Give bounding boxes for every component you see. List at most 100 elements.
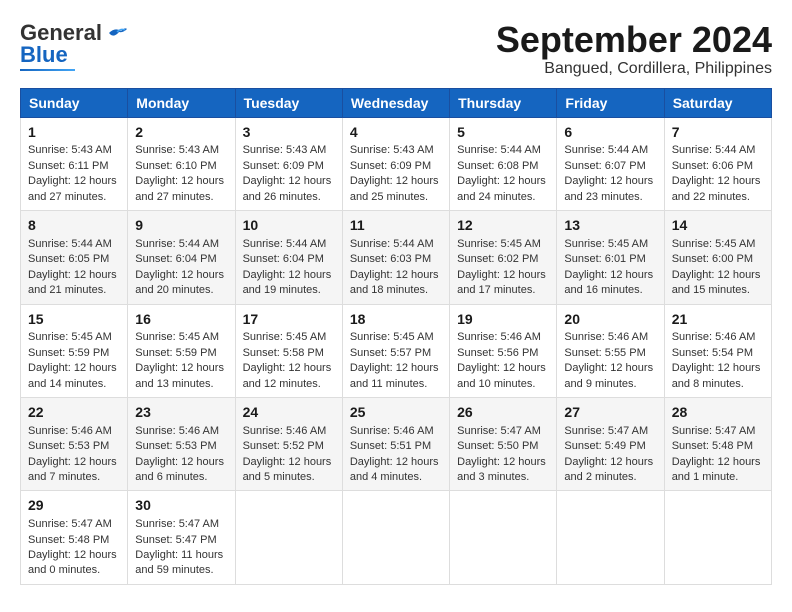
day-number: 2 <box>135 123 227 142</box>
col-monday: Monday <box>128 88 235 117</box>
table-row: 25 Sunrise: 5:46 AMSunset: 5:51 PMDayligh… <box>342 397 449 490</box>
day-number: 15 <box>28 310 120 329</box>
col-tuesday: Tuesday <box>235 88 342 117</box>
table-row: 23 Sunrise: 5:46 AMSunset: 5:53 PMDayligh… <box>128 397 235 490</box>
calendar-week-row: 1 Sunrise: 5:43 AMSunset: 6:11 PMDaylight… <box>21 117 772 210</box>
col-thursday: Thursday <box>450 88 557 117</box>
day-number: 22 <box>28 403 120 422</box>
day-number: 16 <box>135 310 227 329</box>
table-row <box>664 491 771 584</box>
day-number: 6 <box>564 123 656 142</box>
day-info: Sunrise: 5:45 AMSunset: 6:00 PMDaylight:… <box>672 238 761 296</box>
table-row: 1 Sunrise: 5:43 AMSunset: 6:11 PMDaylight… <box>21 117 128 210</box>
table-row: 4 Sunrise: 5:43 AMSunset: 6:09 PMDaylight… <box>342 117 449 210</box>
day-info: Sunrise: 5:44 AMSunset: 6:08 PMDaylight:… <box>457 144 546 202</box>
day-number: 7 <box>672 123 764 142</box>
table-row <box>557 491 664 584</box>
day-number: 4 <box>350 123 442 142</box>
day-info: Sunrise: 5:46 AMSunset: 5:52 PMDaylight:… <box>243 425 332 483</box>
day-info: Sunrise: 5:44 AMSunset: 6:04 PMDaylight:… <box>243 238 332 296</box>
logo-blue-text: Blue <box>20 42 68 68</box>
table-row: 27 Sunrise: 5:47 AMSunset: 5:49 PMDayligh… <box>557 397 664 490</box>
day-number: 19 <box>457 310 549 329</box>
table-row: 29 Sunrise: 5:47 AMSunset: 5:48 PMDayligh… <box>21 491 128 584</box>
table-row <box>235 491 342 584</box>
table-row: 13 Sunrise: 5:45 AMSunset: 6:01 PMDayligh… <box>557 211 664 304</box>
table-row: 12 Sunrise: 5:45 AMSunset: 6:02 PMDayligh… <box>450 211 557 304</box>
table-row: 17Sunrise: 5:45 AMSunset: 5:58 PMDayligh… <box>235 304 342 397</box>
day-number: 14 <box>672 216 764 235</box>
day-info: Sunrise: 5:45 AMSunset: 5:59 PMDaylight:… <box>28 331 117 389</box>
calendar-week-row: 8 Sunrise: 5:44 AMSunset: 6:05 PMDaylight… <box>21 211 772 304</box>
day-info: Sunrise: 5:44 AMSunset: 6:03 PMDaylight:… <box>350 238 439 296</box>
day-number: 25 <box>350 403 442 422</box>
day-number: 5 <box>457 123 549 142</box>
day-number: 28 <box>672 403 764 422</box>
table-row: 30Sunrise: 5:47 AMSunset: 5:47 PMDayligh… <box>128 491 235 584</box>
table-row: 16 Sunrise: 5:45 AMSunset: 5:59 PMDayligh… <box>128 304 235 397</box>
day-number: 24 <box>243 403 335 422</box>
logo-underline <box>20 69 75 71</box>
table-row: 19 Sunrise: 5:46 AMSunset: 5:56 PMDayligh… <box>450 304 557 397</box>
page-header: General Blue September 2024 Bangued, Cor… <box>20 20 772 78</box>
day-number: 17 <box>243 310 335 329</box>
day-info: Sunrise: 5:45 AMSunset: 6:02 PMDaylight:… <box>457 238 546 296</box>
day-number: 29 <box>28 496 120 515</box>
table-row: 15 Sunrise: 5:45 AMSunset: 5:59 PMDayligh… <box>21 304 128 397</box>
day-info: Sunrise: 5:43 AMSunset: 6:09 PMDaylight:… <box>243 144 332 202</box>
table-row: 7 Sunrise: 5:44 AMSunset: 6:06 PMDaylight… <box>664 117 771 210</box>
day-info: Sunrise: 5:44 AMSunset: 6:06 PMDaylight:… <box>672 144 761 202</box>
day-number: 20 <box>564 310 656 329</box>
day-info: Sunrise: 5:43 AMSunset: 6:09 PMDaylight:… <box>350 144 439 202</box>
table-row: 26 Sunrise: 5:47 AMSunset: 5:50 PMDayligh… <box>450 397 557 490</box>
logo: General Blue <box>20 20 129 71</box>
day-number: 26 <box>457 403 549 422</box>
day-info: Sunrise: 5:43 AMSunset: 6:11 PMDaylight:… <box>28 144 117 202</box>
day-info: Sunrise: 5:43 AMSunset: 6:10 PMDaylight:… <box>135 144 224 202</box>
day-info: Sunrise: 5:47 AMSunset: 5:48 PMDaylight:… <box>28 518 117 576</box>
day-info: Sunrise: 5:47 AMSunset: 5:49 PMDaylight:… <box>564 425 653 483</box>
table-row: 8 Sunrise: 5:44 AMSunset: 6:05 PMDaylight… <box>21 211 128 304</box>
table-row: 20Sunrise: 5:46 AMSunset: 5:55 PMDayligh… <box>557 304 664 397</box>
day-info: Sunrise: 5:47 AMSunset: 5:50 PMDaylight:… <box>457 425 546 483</box>
calendar-table: Sunday Monday Tuesday Wednesday Thursday… <box>20 88 772 585</box>
day-number: 23 <box>135 403 227 422</box>
day-info: Sunrise: 5:45 AMSunset: 5:59 PMDaylight:… <box>135 331 224 389</box>
day-info: Sunrise: 5:46 AMSunset: 5:53 PMDaylight:… <box>135 425 224 483</box>
day-number: 8 <box>28 216 120 235</box>
logo-bird-icon <box>107 25 129 41</box>
day-info: Sunrise: 5:44 AMSunset: 6:05 PMDaylight:… <box>28 238 117 296</box>
day-info: Sunrise: 5:47 AMSunset: 5:47 PMDaylight:… <box>135 518 223 576</box>
day-number: 18 <box>350 310 442 329</box>
day-info: Sunrise: 5:46 AMSunset: 5:54 PMDaylight:… <box>672 331 761 389</box>
col-sunday: Sunday <box>21 88 128 117</box>
day-info: Sunrise: 5:45 AMSunset: 6:01 PMDaylight:… <box>564 238 653 296</box>
day-number: 3 <box>243 123 335 142</box>
table-row: 28 Sunrise: 5:47 AMSunset: 5:48 PMDayligh… <box>664 397 771 490</box>
day-info: Sunrise: 5:46 AMSunset: 5:56 PMDaylight:… <box>457 331 546 389</box>
day-number: 12 <box>457 216 549 235</box>
day-info: Sunrise: 5:47 AMSunset: 5:48 PMDaylight:… <box>672 425 761 483</box>
day-number: 13 <box>564 216 656 235</box>
table-row: 11Sunrise: 5:44 AMSunset: 6:03 PMDayligh… <box>342 211 449 304</box>
location-title: Bangued, Cordillera, Philippines <box>496 60 772 78</box>
day-number: 1 <box>28 123 120 142</box>
table-row: 22Sunrise: 5:46 AMSunset: 5:53 PMDayligh… <box>21 397 128 490</box>
day-number: 9 <box>135 216 227 235</box>
day-number: 27 <box>564 403 656 422</box>
table-row: 6Sunrise: 5:44 AMSunset: 6:07 PMDaylight… <box>557 117 664 210</box>
col-saturday: Saturday <box>664 88 771 117</box>
calendar-week-row: 22 Sunrise: 5:46 AMSunset: 5:53 PMDayligh… <box>21 397 772 490</box>
calendar-week-row: 29 Sunrise: 5:47 AMSunset: 5:48 PMDayligh… <box>21 491 772 584</box>
day-info: Sunrise: 5:46 AMSunset: 5:51 PMDaylight:… <box>350 425 439 483</box>
table-row: 9 Sunrise: 5:44 AMSunset: 6:04 PMDaylight… <box>128 211 235 304</box>
day-info: Sunrise: 5:44 AMSunset: 6:04 PMDaylight:… <box>135 238 224 296</box>
calendar-header-row: Sunday Monday Tuesday Wednesday Thursday… <box>21 88 772 117</box>
day-info: Sunrise: 5:45 AMSunset: 5:57 PMDaylight:… <box>350 331 439 389</box>
calendar-week-row: 15 Sunrise: 5:45 AMSunset: 5:59 PMDayligh… <box>21 304 772 397</box>
day-number: 21 <box>672 310 764 329</box>
table-row: 3 Sunrise: 5:43 AMSunset: 6:09 PMDaylight… <box>235 117 342 210</box>
table-row <box>342 491 449 584</box>
table-row: 21 Sunrise: 5:46 AMSunset: 5:54 PMDayligh… <box>664 304 771 397</box>
table-row: 5 Sunrise: 5:44 AMSunset: 6:08 PMDaylight… <box>450 117 557 210</box>
